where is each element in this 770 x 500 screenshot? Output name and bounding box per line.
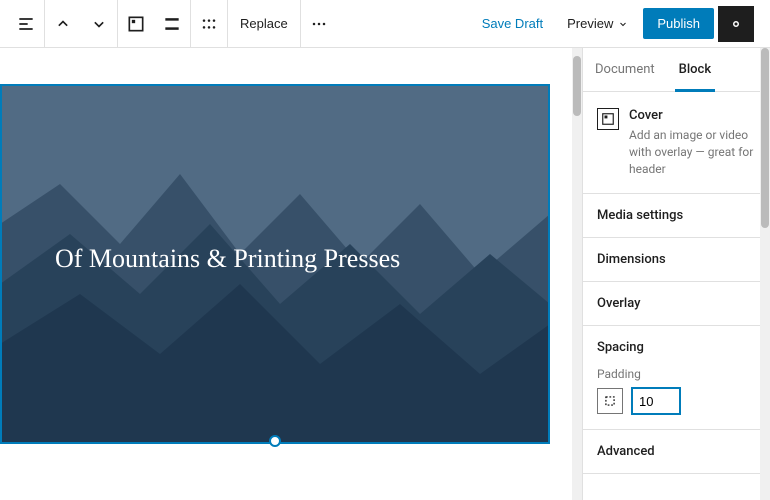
replace-button[interactable]: Replace (228, 0, 300, 48)
spacing-heading: Spacing (597, 340, 756, 355)
align-button[interactable] (8, 6, 44, 42)
scrollbar-thumb[interactable] (761, 48, 769, 228)
scrollbar-thumb[interactable] (573, 56, 581, 116)
unlink-icon (603, 394, 617, 408)
preview-button[interactable]: Preview (557, 8, 639, 39)
section-dimensions[interactable]: Dimensions (583, 238, 770, 282)
block-info-panel: Cover Add an image or video with overlay… (583, 92, 770, 194)
move-up-button[interactable] (45, 6, 81, 42)
save-draft-button[interactable]: Save Draft (472, 8, 553, 39)
width-button[interactable] (191, 6, 227, 42)
padding-link-button[interactable] (597, 388, 623, 414)
section-spacing: Spacing Padding (583, 326, 770, 429)
cover-block-icon (597, 108, 619, 130)
move-down-button[interactable] (81, 6, 117, 42)
cover-block[interactable]: Of Mountains & Printing Presses (0, 84, 550, 444)
chevron-down-icon (617, 18, 629, 30)
content-position-button[interactable] (118, 6, 154, 42)
ellipsis-icon (309, 14, 329, 34)
sidebar-scrollbar[interactable] (760, 48, 770, 500)
gear-icon (727, 15, 745, 33)
tab-block[interactable]: Block (667, 48, 723, 91)
section-overlay[interactable]: Overlay (583, 282, 770, 326)
editor-canvas[interactable]: Of Mountains & Printing Presses (0, 48, 582, 500)
block-title: Cover (629, 108, 756, 123)
settings-sidebar: Document Block Cover Add an image or vid… (582, 48, 770, 500)
sidebar-tabs: Document Block (583, 48, 770, 92)
full-height-button[interactable] (154, 6, 190, 42)
more-options-button[interactable] (301, 6, 337, 42)
block-description: Add an image or video with overlay — gre… (629, 127, 756, 177)
tab-document[interactable]: Document (583, 48, 667, 91)
section-advanced[interactable]: Advanced (583, 429, 770, 474)
settings-button[interactable] (718, 6, 754, 42)
full-height-icon (162, 14, 182, 34)
chevron-up-icon (53, 14, 73, 34)
block-toolbar: Replace Save Draft Preview Publish (0, 0, 770, 48)
chevron-down-icon (89, 14, 109, 34)
grid-dots-icon (199, 14, 219, 34)
cover-heading[interactable]: Of Mountains & Printing Presses (55, 244, 400, 274)
editor-scrollbar[interactable] (572, 48, 582, 500)
section-media-settings[interactable]: Media settings (583, 194, 770, 238)
position-icon (126, 14, 146, 34)
padding-label: Padding (597, 367, 756, 381)
align-icon (16, 14, 36, 34)
publish-button[interactable]: Publish (643, 8, 714, 39)
padding-input[interactable] (631, 387, 681, 415)
